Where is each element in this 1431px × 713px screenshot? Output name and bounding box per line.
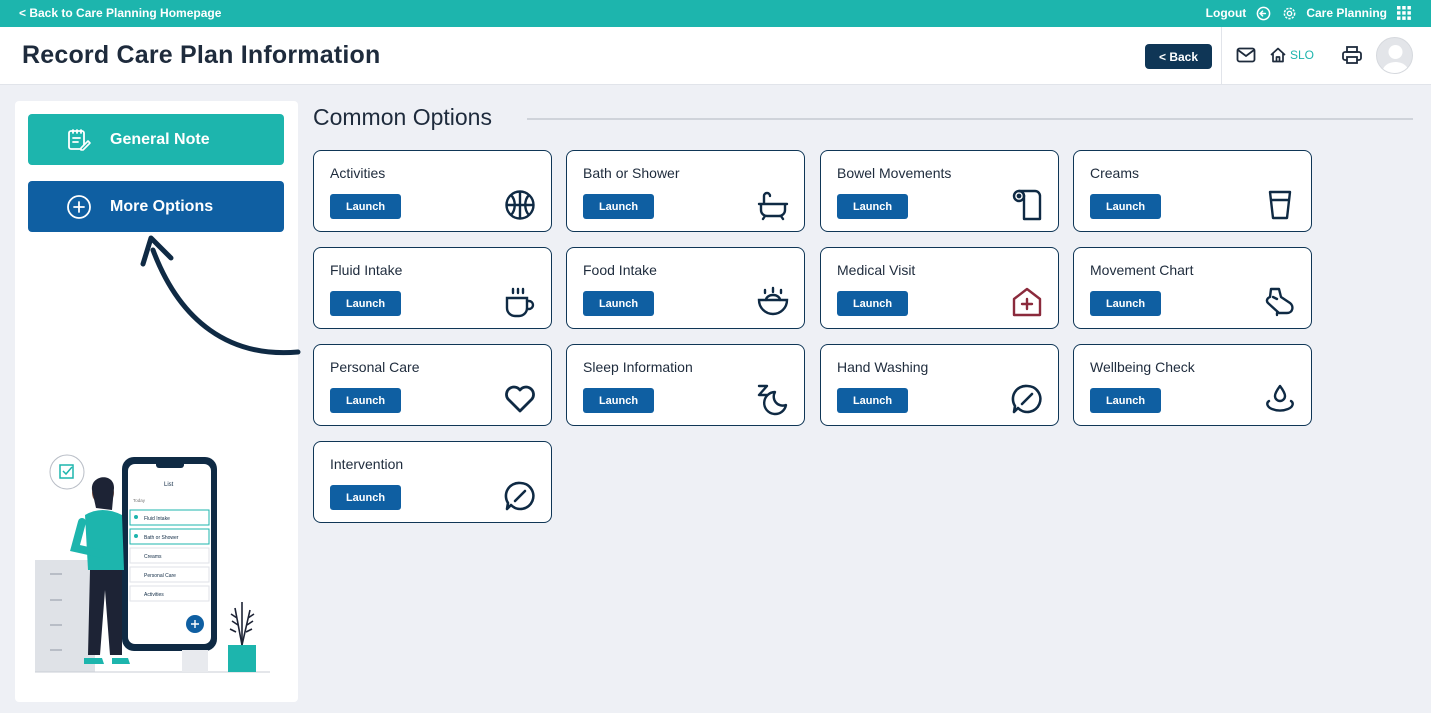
ball-icon [505, 190, 535, 220]
launch-button[interactable]: Launch [583, 388, 654, 413]
option-name: Activities [330, 165, 386, 181]
plus-circle-icon [66, 194, 92, 220]
launch-button[interactable]: Launch [330, 485, 401, 510]
option-name: Sleep Information [583, 359, 693, 375]
soap-icon [1011, 384, 1042, 414]
toilet-roll-icon [1012, 189, 1042, 221]
header-divider [1221, 27, 1222, 85]
option-name: Wellbeing Check [1090, 359, 1195, 375]
option-name: Fluid Intake [330, 262, 403, 278]
back-button[interactable]: < Back [1145, 44, 1212, 69]
page-header: Record Care Plan Information < Back SLO [0, 27, 1431, 85]
option-name: Bath or Shower [583, 165, 680, 181]
back-to-homepage-link[interactable]: < Back to Care Planning Homepage [19, 6, 221, 20]
option-card-intervention[interactable]: Intervention Launch [313, 441, 552, 523]
launch-button[interactable]: Launch [837, 388, 908, 413]
shoe-icon [1265, 287, 1294, 317]
option-card-bath-or-shower[interactable]: Bath or Shower Launch [566, 150, 805, 232]
sleep-icon [757, 384, 788, 416]
bathtub-icon [757, 191, 789, 221]
logout-icon[interactable] [1254, 4, 1272, 22]
top-bar-actions: Logout Care Planning [1206, 4, 1413, 22]
more-options-label: More Options [110, 198, 214, 215]
apps-grid-icon[interactable] [1395, 4, 1413, 22]
launch-button[interactable]: Launch [583, 291, 654, 316]
launch-button[interactable]: Launch [1090, 388, 1161, 413]
option-card-fluid-intake[interactable]: Fluid Intake Launch [313, 247, 552, 329]
heart-icon [505, 385, 535, 413]
option-card-movement-chart[interactable]: Movement Chart Launch [1073, 247, 1312, 329]
section-title: Common Options [313, 104, 492, 130]
home-location[interactable]: SLO [1269, 46, 1314, 64]
home-location-label: SLO [1290, 48, 1315, 62]
phone-item: Personal Care [144, 573, 176, 579]
option-card-bowel-movements[interactable]: Bowel Movements Launch [820, 150, 1059, 232]
phone-item: Creams [144, 554, 162, 560]
option-card-personal-care[interactable]: Personal Care Launch [313, 344, 552, 426]
print-icon[interactable] [1341, 45, 1363, 70]
phone-title: List [164, 482, 174, 488]
home-icon [1270, 47, 1286, 63]
option-name: Hand Washing [837, 359, 929, 375]
option-card-sleep-information[interactable]: Sleep Information Launch [566, 344, 805, 426]
launch-button[interactable]: Launch [1090, 291, 1161, 316]
option-name: Movement Chart [1090, 262, 1194, 278]
curved-arrow-icon [140, 235, 301, 356]
launch-button[interactable]: Launch [837, 291, 908, 316]
launch-button[interactable]: Launch [330, 291, 401, 316]
option-name: Creams [1090, 165, 1140, 181]
gear-icon[interactable] [1280, 4, 1298, 22]
option-name: Medical Visit [837, 262, 916, 278]
launch-button[interactable]: Launch [837, 194, 908, 219]
option-name: Bowel Movements [837, 165, 952, 181]
launch-button[interactable]: Launch [330, 388, 401, 413]
avatar[interactable] [1376, 37, 1413, 74]
option-card-hand-washing[interactable]: Hand Washing Launch [820, 344, 1059, 426]
bowl-icon [757, 286, 789, 316]
hospital-icon [1012, 287, 1042, 317]
app-name[interactable]: Care Planning [1306, 6, 1387, 20]
mail-icon[interactable] [1236, 46, 1256, 69]
more-options-button[interactable]: More Options [28, 181, 284, 232]
launch-button[interactable]: Launch [1090, 194, 1161, 219]
page-title: Record Care Plan Information [22, 41, 381, 69]
phone-item: Bath or Shower [144, 535, 179, 541]
section-divider [527, 118, 1413, 120]
intervention-icon [504, 481, 535, 511]
launch-button[interactable]: Launch [583, 194, 654, 219]
option-name: Personal Care [330, 359, 420, 375]
top-bar: < Back to Care Planning Homepage Logout … [0, 0, 1431, 27]
mug-icon [505, 287, 535, 318]
logout-link[interactable]: Logout [1206, 6, 1247, 20]
note-edit-icon [66, 127, 92, 153]
option-name: Food Intake [583, 262, 657, 278]
option-name: Intervention [330, 456, 404, 472]
option-card-food-intake[interactable]: Food Intake Launch [566, 247, 805, 329]
general-note-button[interactable]: General Note [28, 114, 284, 165]
water-drop-icon [1266, 384, 1294, 412]
option-card-medical-visit[interactable]: Medical Visit Launch [820, 247, 1059, 329]
option-card-wellbeing-check[interactable]: Wellbeing Check Launch [1073, 344, 1312, 426]
general-note-label: General Note [110, 131, 210, 148]
phone-item: Activities [144, 592, 164, 598]
option-card-creams[interactable]: Creams Launch [1073, 150, 1312, 232]
launch-button[interactable]: Launch [330, 194, 401, 219]
phone-item: Fluid Intake [144, 516, 170, 522]
cup-icon [1268, 190, 1292, 220]
option-card-activities[interactable]: Activities Launch [313, 150, 552, 232]
phone-illustration: List Today Fluid Intake Bath or Shower C… [35, 454, 270, 673]
phone-today: Today [133, 498, 146, 503]
